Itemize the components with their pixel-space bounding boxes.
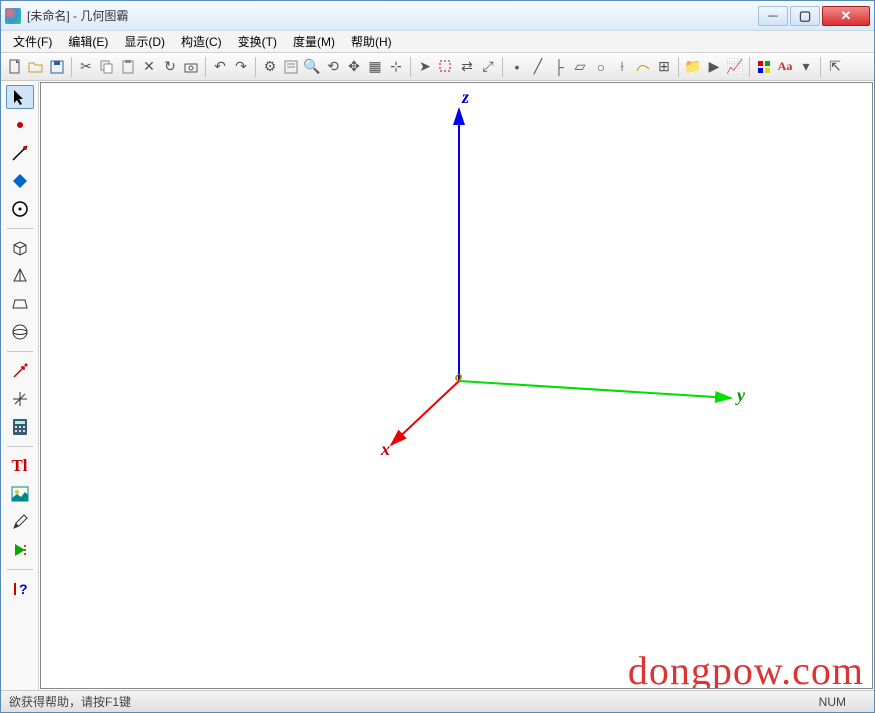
properties-icon[interactable]: [281, 57, 301, 77]
toolbar-separator: [820, 57, 821, 77]
z-axis-label: z: [462, 87, 469, 108]
animate-icon[interactable]: ▶: [704, 57, 724, 77]
drawing-canvas[interactable]: o z y x dongpow.com: [40, 82, 873, 689]
pen-tool[interactable]: [6, 510, 34, 534]
camera-icon[interactable]: [181, 57, 201, 77]
style-icon[interactable]: ▾: [796, 57, 816, 77]
segment-icon[interactable]: ├: [549, 57, 569, 77]
copy-icon[interactable]: [97, 57, 117, 77]
line-tool[interactable]: [6, 141, 34, 165]
color-icon[interactable]: [754, 57, 774, 77]
polygon-tool[interactable]: [6, 169, 34, 193]
toolbar-separator: [205, 57, 206, 77]
status-numlock: NUM: [819, 695, 866, 709]
line-tool-icon[interactable]: ╱: [528, 57, 548, 77]
menu-file[interactable]: 文件(F): [5, 31, 60, 52]
help-tool[interactable]: ?: [6, 577, 34, 601]
menu-bar: 文件(F) 编辑(E) 显示(D) 构造(C) 变换(T) 度量(M) 帮助(H…: [1, 31, 874, 53]
origin-label: o: [455, 369, 463, 386]
toolbar-separator: [678, 57, 679, 77]
delete-icon[interactable]: ✕: [139, 57, 159, 77]
palette-separator: [7, 569, 33, 570]
pan-icon[interactable]: ✥: [344, 57, 364, 77]
point-tool[interactable]: [6, 113, 34, 137]
menu-edit[interactable]: 编辑(E): [60, 31, 116, 52]
title-bar: [未命名] - 几何图霸 ─ ▢ ✕: [1, 1, 874, 31]
polygon-icon[interactable]: ▱: [570, 57, 590, 77]
window-title: [未命名] - 几何图霸: [27, 7, 758, 24]
save-icon[interactable]: [47, 57, 67, 77]
cut-icon[interactable]: ✂: [76, 57, 96, 77]
paste-icon[interactable]: [118, 57, 138, 77]
tool-palette: Tl ?: [1, 81, 39, 690]
status-bar: 欲获得帮助，请按F1键 NUM: [1, 690, 874, 712]
circle-tool-icon[interactable]: ○: [591, 57, 611, 77]
menu-construct[interactable]: 构造(C): [173, 31, 230, 52]
redo-icon[interactable]: ↷: [231, 57, 251, 77]
coordinate-system: [41, 83, 871, 689]
scale-icon[interactable]: ⤢: [478, 57, 498, 77]
tetrahedron-tool[interactable]: [6, 264, 34, 288]
vector-tool[interactable]: [6, 359, 34, 383]
window-controls: ─ ▢ ✕: [758, 6, 870, 26]
x-axis-label: x: [381, 439, 390, 460]
toolbar-separator: [502, 57, 503, 77]
toolbar-separator: [749, 57, 750, 77]
graph-icon[interactable]: 📈: [725, 57, 745, 77]
folder-icon[interactable]: 📁: [683, 57, 703, 77]
undo-icon[interactable]: ↶: [210, 57, 230, 77]
open-file-icon[interactable]: [26, 57, 46, 77]
font-icon[interactable]: Aa: [775, 57, 795, 77]
text-tool[interactable]: Tl: [6, 454, 34, 478]
main-area: Tl ? o z y x dongpow.com: [1, 81, 874, 690]
y-axis-label: y: [737, 385, 745, 406]
toolbar-separator: [71, 57, 72, 77]
palette-separator: [7, 446, 33, 447]
status-help-text: 欲获得帮助，请按F1键: [9, 693, 819, 710]
measure-icon[interactable]: ⟊: [612, 57, 632, 77]
sphere-tool[interactable]: [6, 320, 34, 344]
coords-icon[interactable]: ⊞: [654, 57, 674, 77]
select-icon[interactable]: [436, 57, 456, 77]
app-icon: [5, 8, 21, 24]
menu-view[interactable]: 显示(D): [116, 31, 173, 52]
rotate-icon[interactable]: ⟲: [323, 57, 343, 77]
trace-icon[interactable]: [633, 57, 653, 77]
menu-measure[interactable]: 度量(M): [285, 31, 343, 52]
palette-separator: [7, 351, 33, 352]
move-icon[interactable]: ⇄: [457, 57, 477, 77]
palette-separator: [7, 228, 33, 229]
grid-icon[interactable]: ▦: [365, 57, 385, 77]
play-tool[interactable]: [6, 538, 34, 562]
minimize-button[interactable]: ─: [758, 6, 788, 26]
point-tool-icon[interactable]: •: [507, 57, 527, 77]
export-icon[interactable]: ⇱: [825, 57, 845, 77]
svg-text:?: ?: [19, 581, 28, 597]
circle-tool[interactable]: [6, 197, 34, 221]
calculator-tool[interactable]: [6, 415, 34, 439]
maximize-button[interactable]: ▢: [790, 6, 820, 26]
coordinate-tool[interactable]: [6, 387, 34, 411]
arrow-tool[interactable]: [6, 85, 34, 109]
axes-icon[interactable]: ⊹: [386, 57, 406, 77]
gear-icon[interactable]: ⚙: [260, 57, 280, 77]
pointer-icon[interactable]: ➤: [415, 57, 435, 77]
cube-tool[interactable]: [6, 236, 34, 260]
watermark: dongpow.com: [628, 647, 864, 689]
prism-tool[interactable]: [6, 292, 34, 316]
top-toolbar: ✂ ✕ ↻ ↶ ↷ ⚙ 🔍 ⟲ ✥ ▦ ⊹ ➤ ⇄ ⤢ • ╱ ├ ▱ ○ ⟊ …: [1, 53, 874, 81]
menu-help[interactable]: 帮助(H): [343, 31, 400, 52]
new-file-icon[interactable]: [5, 57, 25, 77]
refresh-icon[interactable]: ↻: [160, 57, 180, 77]
close-button[interactable]: ✕: [822, 6, 870, 26]
image-tool[interactable]: [6, 482, 34, 506]
zoom-icon[interactable]: 🔍: [302, 57, 322, 77]
toolbar-separator: [410, 57, 411, 77]
menu-transform[interactable]: 变换(T): [230, 31, 285, 52]
toolbar-separator: [255, 57, 256, 77]
